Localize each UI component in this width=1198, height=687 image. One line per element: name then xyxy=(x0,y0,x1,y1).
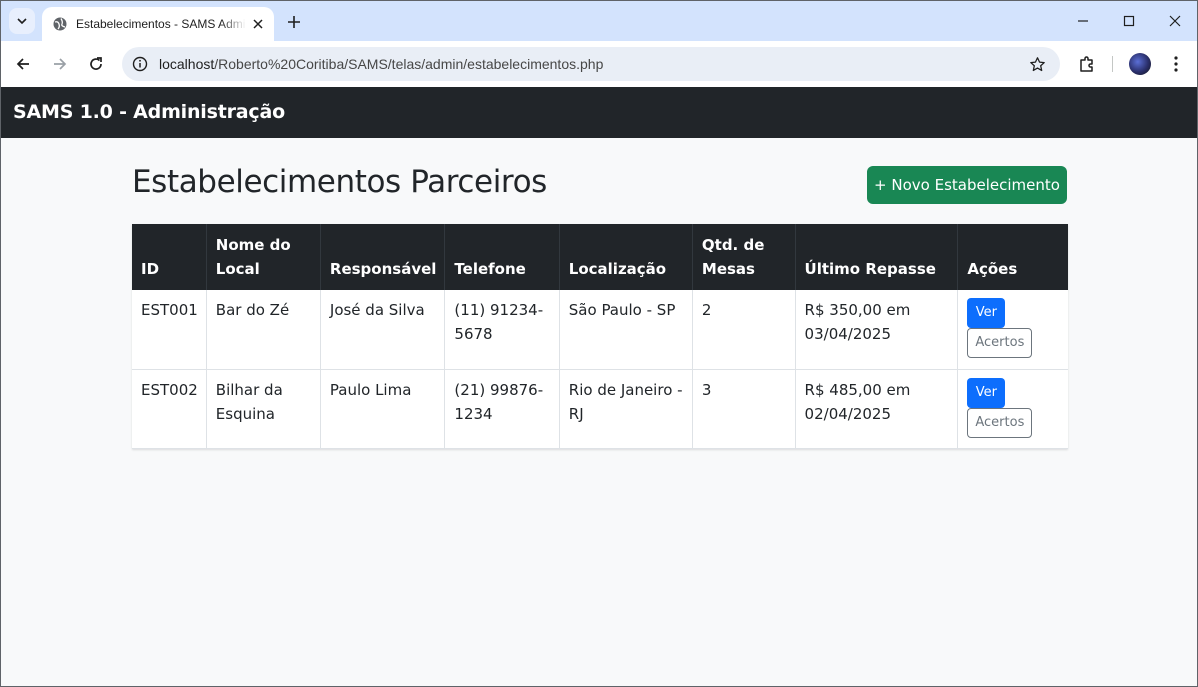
globe-icon xyxy=(52,16,68,32)
cell-mesas: 2 xyxy=(692,290,796,370)
cell-nome: Bar do Zé xyxy=(206,290,321,370)
cell-nome: Bilhar da Esquina xyxy=(206,369,321,449)
browser-toolbar: localhost/Roberto%20Coritiba/SAMS/telas/… xyxy=(1,41,1197,87)
window-close-icon[interactable] xyxy=(1163,9,1187,33)
view-button[interactable]: Ver xyxy=(967,298,1006,328)
url-path: /Roberto%20Coritiba/SAMS/telas/admin/est… xyxy=(214,56,604,72)
arrow-left-icon[interactable] xyxy=(11,52,35,76)
cell-repasse: R$ 350,00 em 03/04/2025 xyxy=(795,290,959,370)
close-icon[interactable] xyxy=(250,16,266,32)
column-header: Localização xyxy=(559,224,693,290)
tab-title: Estabelecimentos - SAMS Admin xyxy=(76,17,246,31)
toolbar-separator xyxy=(1112,56,1113,72)
browser-tab-active[interactable]: Estabelecimentos - SAMS Admin xyxy=(42,7,274,41)
settlements-button[interactable]: Acertos xyxy=(967,328,1033,358)
table-row: EST001 Bar do Zé José da Silva (11) 9123… xyxy=(132,290,1068,370)
table-header-row: ID Nome do Local Responsável Telefone Lo… xyxy=(132,224,1068,290)
url-text: localhost/Roberto%20Coritiba/SAMS/telas/… xyxy=(159,56,603,72)
table-row: EST002 Bilhar da Esquina Paulo Lima (21)… xyxy=(132,369,1068,449)
cell-id: EST002 xyxy=(132,369,207,449)
url-host: localhost xyxy=(159,56,215,72)
establishments-table: ID Nome do Local Responsável Telefone Lo… xyxy=(132,224,1068,449)
view-button[interactable]: Ver xyxy=(967,377,1006,408)
new-establishment-button[interactable]: + Novo Estabelecimento xyxy=(867,166,1067,204)
column-header: Ações xyxy=(957,224,1068,290)
reload-icon[interactable] xyxy=(84,52,108,76)
cell-repasse: R$ 485,00 em 02/04/2025 xyxy=(795,369,959,449)
settlements-button[interactable]: Acertos xyxy=(967,407,1033,438)
column-header: Qtd. de Mesas xyxy=(692,224,796,290)
minimize-icon[interactable] xyxy=(1071,9,1095,33)
column-header: ID xyxy=(132,224,207,290)
arrow-right-icon[interactable] xyxy=(48,52,72,76)
info-icon[interactable] xyxy=(131,55,149,73)
column-header: Último Repasse xyxy=(795,224,959,290)
cell-mesas: 3 xyxy=(692,369,796,449)
puzzle-icon[interactable] xyxy=(1076,53,1098,75)
column-header: Nome do Local xyxy=(206,224,321,290)
page-title: Estabelecimentos Parceiros xyxy=(132,164,547,200)
cell-id: EST001 xyxy=(132,290,207,370)
cell-localizacao: São Paulo - SP xyxy=(559,290,693,370)
cell-telefone: (21) 99876-1234 xyxy=(444,369,560,449)
column-header: Responsável xyxy=(320,224,446,290)
avatar[interactable] xyxy=(1129,53,1151,75)
chevron-down-icon[interactable] xyxy=(9,8,35,34)
cell-responsavel: Paulo Lima xyxy=(320,369,446,449)
app-navbar: SAMS 1.0 - Administração xyxy=(1,87,1197,138)
maximize-icon[interactable] xyxy=(1117,9,1141,33)
cell-acoes: Ver Acertos xyxy=(957,369,1068,449)
cell-acoes: Ver Acertos xyxy=(957,290,1068,370)
plus-icon[interactable] xyxy=(283,11,305,33)
column-header: Telefone xyxy=(444,224,560,290)
brand-link[interactable]: SAMS 1.0 - Administração xyxy=(13,101,285,123)
address-bar[interactable]: localhost/Roberto%20Coritiba/SAMS/telas/… xyxy=(122,47,1060,81)
star-icon[interactable] xyxy=(1028,55,1046,73)
cell-responsavel: José da Silva xyxy=(320,290,446,370)
cell-telefone: (11) 91234-5678 xyxy=(444,290,560,370)
kebab-menu-icon[interactable] xyxy=(1165,53,1187,75)
browser-tab-bar: Estabelecimentos - SAMS Admin xyxy=(1,1,1197,41)
cell-localizacao: Rio de Janeiro - RJ xyxy=(559,369,693,449)
